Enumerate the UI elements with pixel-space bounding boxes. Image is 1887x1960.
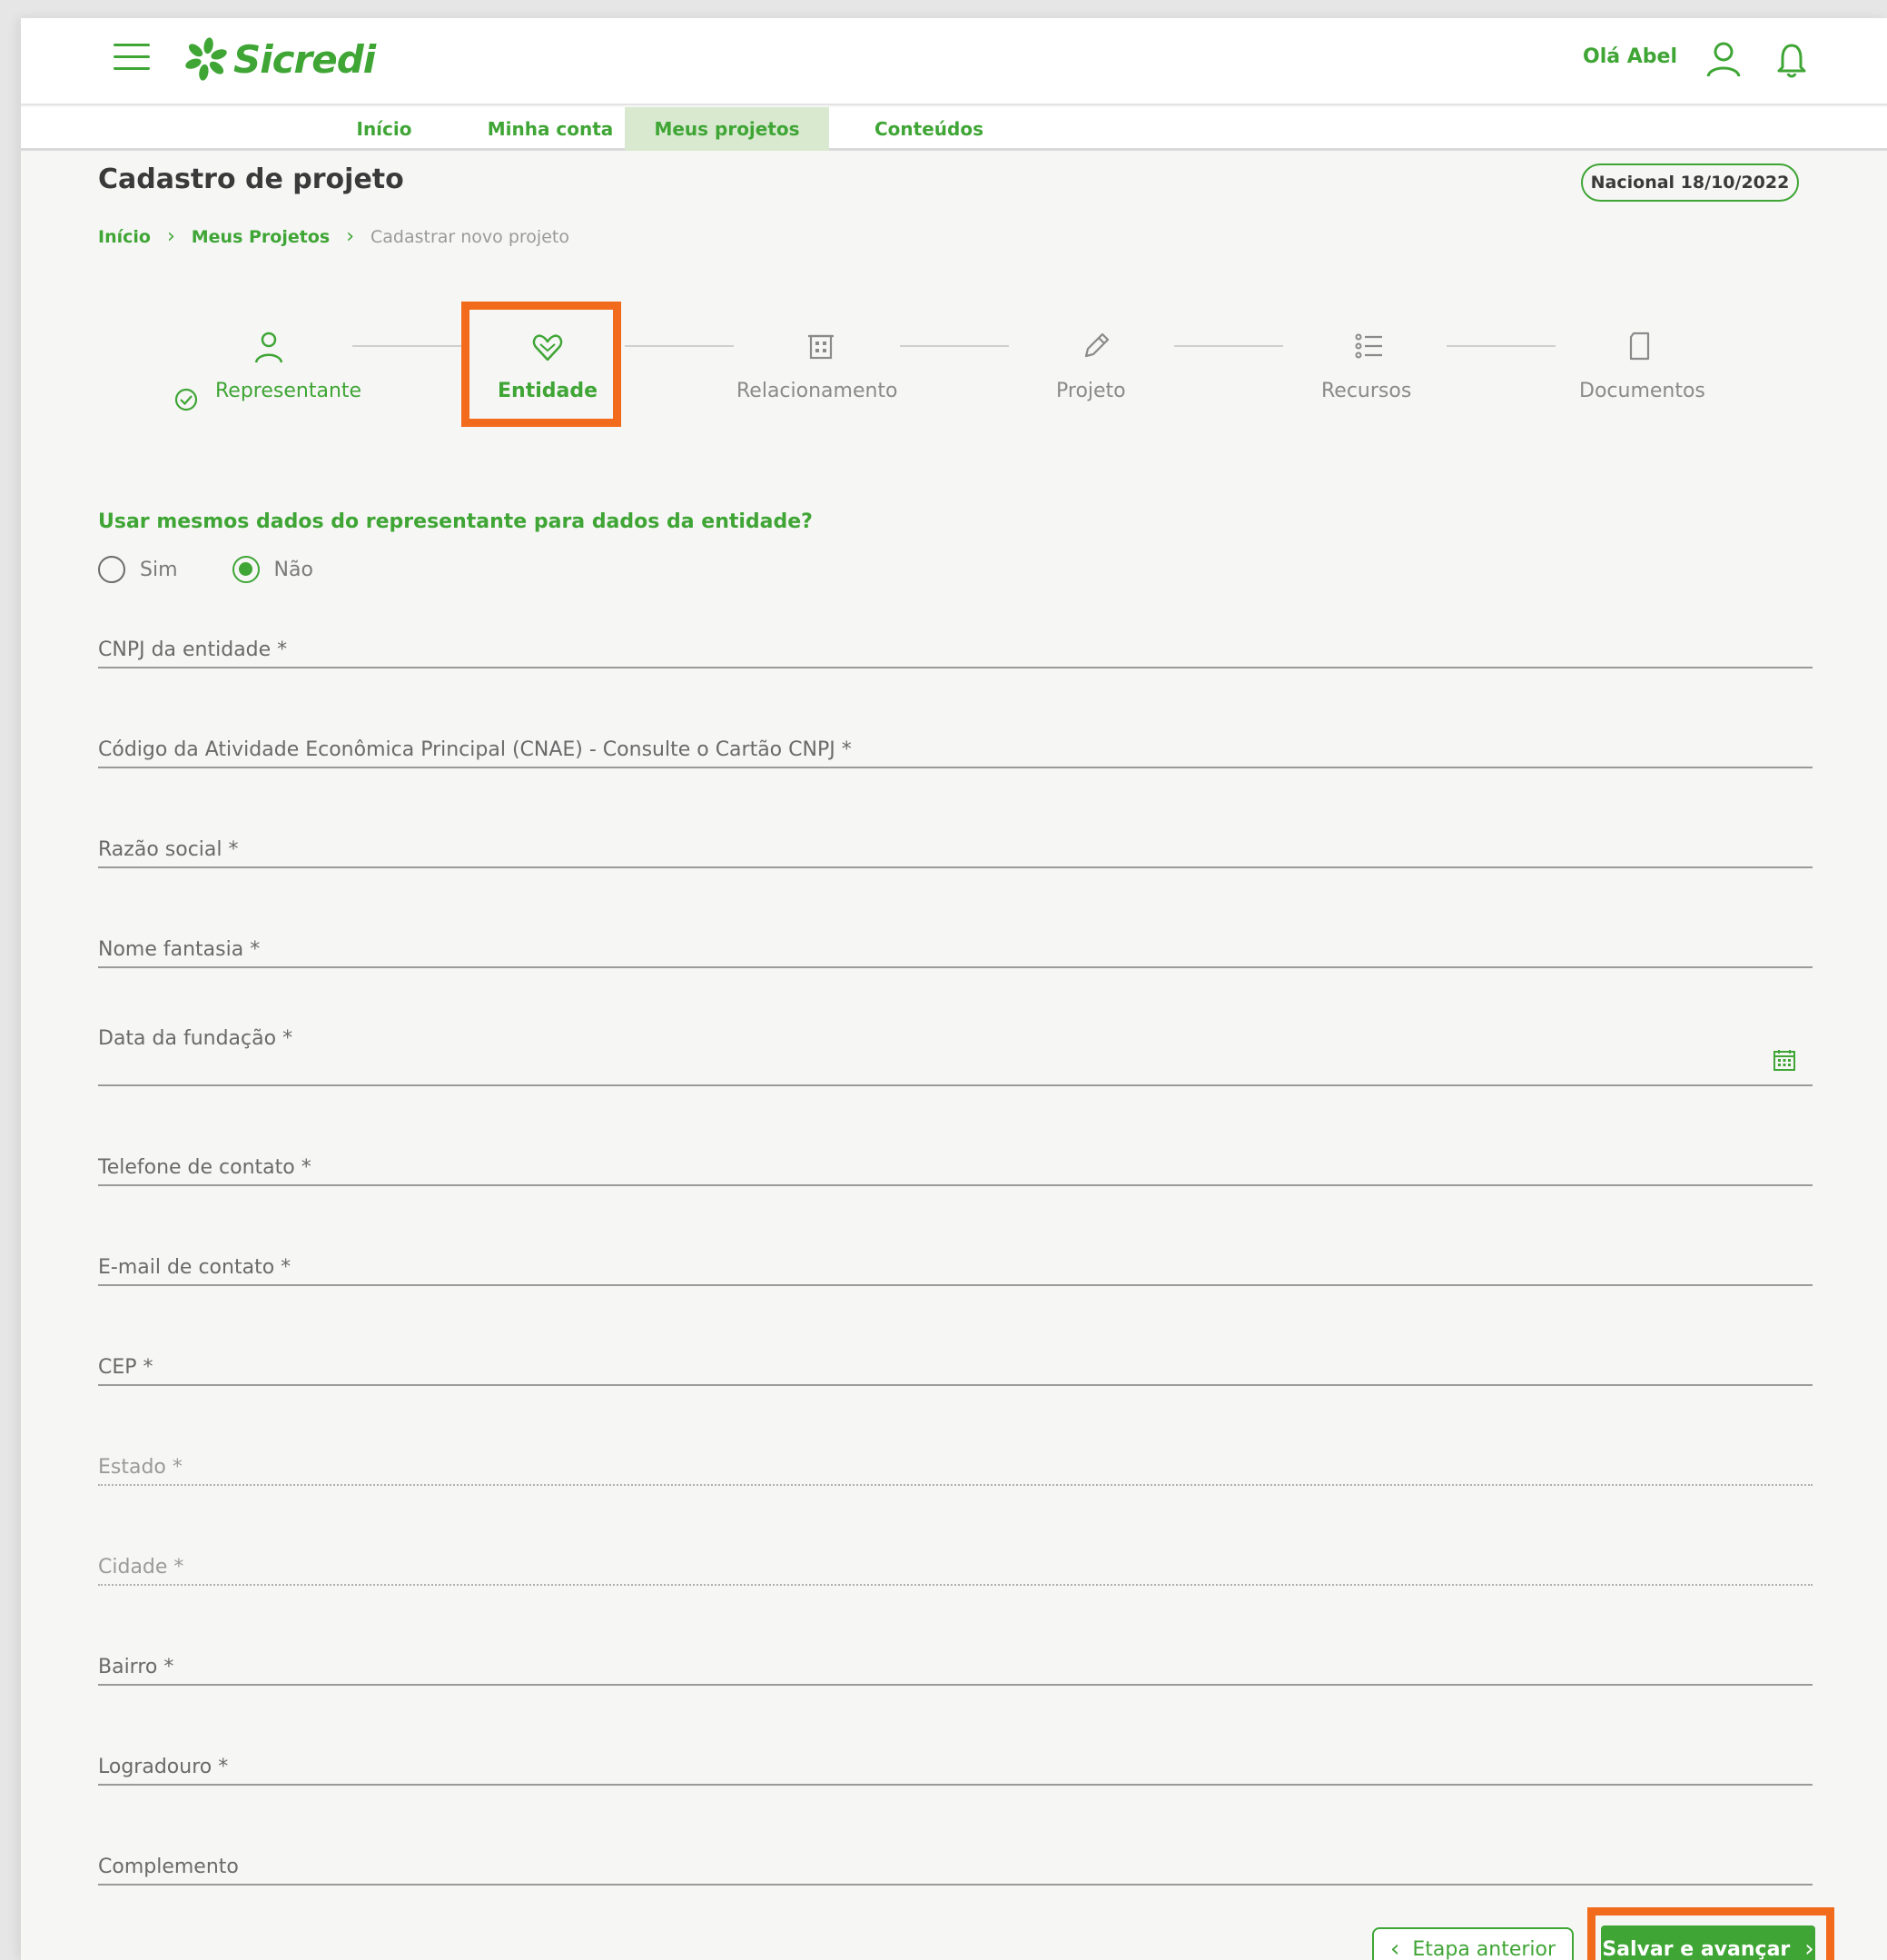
chevron-left-icon: ‹ (1389, 1935, 1400, 1960)
sicredi-logo-icon (185, 37, 227, 81)
razao-social-field[interactable]: Razão social * (98, 817, 1813, 868)
field-label: Bairro * (98, 1656, 174, 1678)
cidade-field[interactable]: Cidade * (98, 1535, 1813, 1586)
data-fundacao-field[interactable]: Data da fundação * (98, 1006, 1813, 1086)
date-badge: Nacional 18/10/2022 (1581, 163, 1799, 202)
field-label: Data da fundação * (98, 1027, 293, 1050)
bell-icon[interactable] (1775, 42, 1808, 78)
step-relacionamento[interactable]: Relacionamento (736, 380, 898, 402)
field-label: Código da Atividade Econômica Principal … (98, 738, 852, 761)
step-recursos[interactable]: Recursos (1321, 380, 1411, 402)
page-title: Cadastro de projeto (98, 163, 404, 195)
bairro-field[interactable]: Bairro * (98, 1635, 1813, 1686)
stepper-connector (625, 345, 734, 347)
field-label: Estado * (98, 1456, 183, 1479)
tab-meus-projetos[interactable]: Meus projetos (625, 107, 829, 151)
email-field[interactable]: E-mail de contato * (98, 1235, 1813, 1286)
chevron-right-icon: › (346, 225, 354, 248)
save-and-next-label: Salvar e avançar (1602, 1937, 1791, 1960)
list-icon (1355, 333, 1382, 359)
check-circle-icon (174, 388, 198, 411)
tab-inicio[interactable]: Início (334, 107, 434, 151)
chevron-right-icon: › (1804, 1935, 1814, 1960)
building-icon (808, 334, 834, 360)
stepper-connector (352, 345, 461, 347)
tab-minha-conta[interactable]: Minha conta (464, 107, 637, 151)
cep-field[interactable]: CEP * (98, 1335, 1813, 1386)
pencil-icon (1084, 332, 1110, 358)
radio-nao-label: Não (273, 558, 313, 581)
field-label: CEP * (98, 1356, 153, 1379)
field-label: Razão social * (98, 838, 239, 861)
chevron-right-icon: › (166, 225, 175, 248)
main-nav: Início Minha conta Meus projetos Conteúd… (21, 107, 1887, 151)
top-header: Sicredi Olá Abel (21, 18, 1887, 105)
radio-nao[interactable] (232, 556, 260, 583)
field-label: CNPJ da entidade * (98, 638, 288, 661)
telefone-field[interactable]: Telefone de contato * (98, 1135, 1813, 1186)
breadcrumb-inicio[interactable]: Início (98, 227, 151, 247)
field-label: Logradouro * (98, 1756, 229, 1778)
breadcrumb-current: Cadastrar novo projeto (370, 226, 569, 247)
field-label: Nome fantasia * (98, 938, 261, 961)
cnpj-field[interactable]: CNPJ da entidade * (98, 618, 1813, 668)
save-and-next-button[interactable]: Salvar e avançar › (1601, 1925, 1815, 1960)
field-label: Complemento (98, 1856, 239, 1878)
same-data-question: Usar mesmos dados do representante para … (98, 510, 813, 533)
same-data-radio-group: Sim Não (98, 556, 368, 583)
step-representante[interactable]: Representante (215, 380, 361, 402)
step-documentos[interactable]: Documentos (1579, 380, 1705, 402)
breadcrumb-meus-projetos[interactable]: Meus Projetos (192, 227, 330, 247)
logo-text: Sicredi (233, 36, 376, 82)
sicredi-logo[interactable]: Sicredi (183, 33, 376, 85)
field-label: E-mail de contato * (98, 1256, 291, 1279)
calendar-icon[interactable] (1773, 1048, 1796, 1072)
stepper-connector (900, 345, 1009, 347)
user-greeting: Olá Abel (1583, 45, 1677, 68)
stepper-connector (1174, 345, 1283, 347)
field-label: Telefone de contato * (98, 1156, 311, 1179)
document-icon (1629, 332, 1650, 361)
estado-field[interactable]: Estado * (98, 1435, 1813, 1486)
complemento-field[interactable]: Complemento (98, 1835, 1813, 1886)
radio-sim[interactable] (98, 556, 125, 583)
logradouro-field[interactable]: Logradouro * (98, 1735, 1813, 1786)
user-icon (254, 332, 283, 363)
previous-step-label: Etapa anterior (1412, 1937, 1556, 1960)
stepper-connector (1447, 345, 1556, 347)
breadcrumb: Início › Meus Projetos › Cadastrar novo … (98, 225, 569, 248)
radio-sim-label: Sim (140, 558, 178, 581)
previous-step-button[interactable]: ‹ Etapa anterior (1372, 1927, 1574, 1960)
nome-fantasia-field[interactable]: Nome fantasia * (98, 917, 1813, 968)
current-step-highlight (461, 302, 621, 427)
menu-icon[interactable] (114, 44, 150, 73)
page-card: Sicredi Olá Abel Início Minha conta Meus… (21, 18, 1887, 1960)
cnae-field[interactable]: Código da Atividade Econômica Principal … (98, 718, 1813, 768)
step-projeto[interactable]: Projeto (1056, 380, 1126, 402)
field-label: Cidade * (98, 1556, 184, 1579)
tab-conteudos[interactable]: Conteúdos (843, 107, 1015, 151)
user-icon[interactable] (1705, 40, 1742, 78)
